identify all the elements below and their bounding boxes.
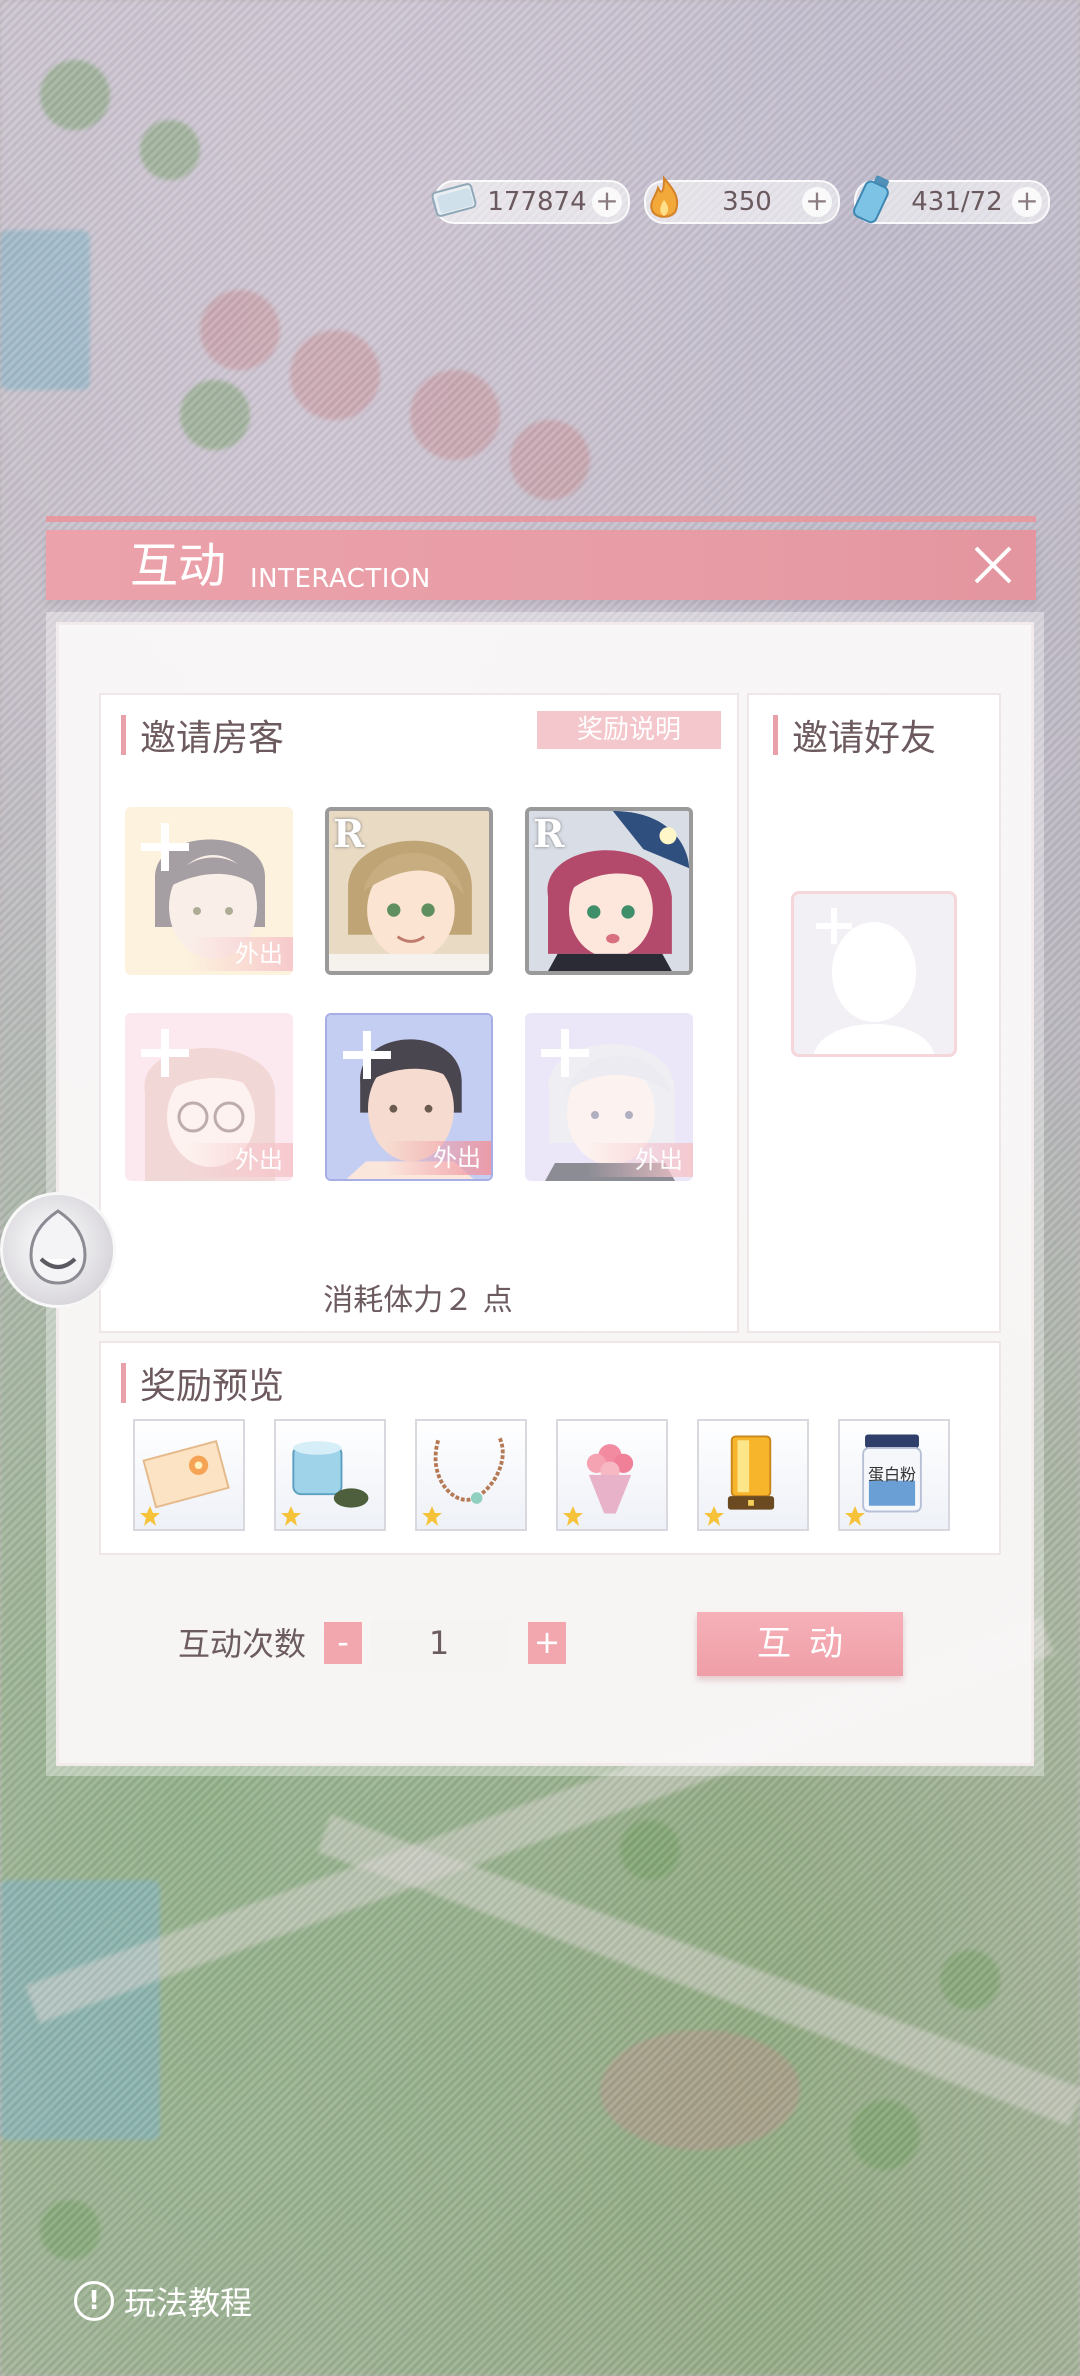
invite-guests-panel: 邀请房客 奖励说明 外出 R R 外出 外出 外出 消耗体力２ 点 — [99, 693, 739, 1333]
dialog-body: 邀请房客 奖励说明 外出 R R 外出 外出 外出 消耗体力２ 点 邀请好友 奖… — [56, 622, 1034, 1766]
reward-item-bouquet[interactable] — [556, 1419, 668, 1531]
guest-slot-1[interactable]: 外出 — [125, 807, 293, 975]
tutorial-link[interactable]: ! 玩法教程 — [74, 2278, 252, 2324]
invite-friends-title: 邀请好友 — [773, 709, 936, 761]
reward-item-cloth[interactable] — [274, 1419, 386, 1531]
star-icon — [422, 1506, 442, 1526]
star-icon — [563, 1506, 583, 1526]
floating-mascot-button[interactable] — [0, 1192, 116, 1308]
friend-silhouette-icon — [814, 908, 934, 1054]
stamina-counter: 431/72 + — [852, 175, 1050, 224]
flame-icon — [650, 175, 679, 218]
banknote-icon — [431, 183, 477, 217]
out-status-tag: 外出 — [587, 1143, 693, 1177]
guest-slot-6[interactable]: 外出 — [525, 1013, 693, 1181]
rank-badge: R — [533, 811, 565, 856]
currency-bar: 177874 + 350 + 431/72 + — [431, 175, 1050, 224]
out-status-tag: 外出 — [187, 937, 293, 971]
interact-button[interactable]: 互动 — [697, 1612, 903, 1676]
flames-value: 350 — [722, 187, 772, 217]
tutorial-label: 玩法教程 — [124, 2284, 253, 2322]
interaction-dialog: 互动 INTERACTION 邀请房客 奖励说明 外出 R R 外出 外出 外出… — [36, 512, 1036, 1782]
add-guest-icon — [141, 1029, 189, 1077]
guest-slot-5[interactable]: 外出 — [325, 1013, 493, 1181]
info-icon: ! — [74, 2281, 114, 2321]
star-icon — [140, 1506, 160, 1526]
close-icon[interactable] — [966, 538, 1020, 592]
reward-preview-title: 奖励预览 — [121, 1357, 284, 1409]
increase-count-button[interactable]: + — [528, 1622, 566, 1664]
coins-counter: 177874 + — [431, 180, 630, 224]
invite-friends-panel: 邀请好友 — [747, 693, 1001, 1333]
flames-counter: 350 + — [644, 175, 840, 224]
rank-badge: R — [333, 811, 365, 856]
star-icon — [704, 1506, 724, 1526]
reward-item-protein-powder[interactable]: 蛋白粉 — [838, 1419, 950, 1531]
star-icon — [845, 1506, 865, 1526]
dialog-header: 互动 INTERACTION — [46, 530, 1036, 600]
invite-guests-title: 邀请房客 — [121, 709, 284, 761]
interaction-count-label: 互动次数 — [178, 1625, 307, 1663]
dialog-top-line — [46, 516, 1036, 522]
guest-slot-3[interactable]: R — [525, 807, 693, 975]
guest-slot-4[interactable]: 外出 — [125, 1013, 293, 1181]
count-value: 1 — [370, 1620, 508, 1666]
add-guest-icon — [343, 1031, 391, 1079]
reward-item-lamp[interactable] — [697, 1419, 809, 1531]
out-status-tag: 外出 — [385, 1141, 491, 1175]
friend-slot[interactable] — [791, 891, 957, 1057]
water-bottle-icon — [852, 175, 889, 224]
dialog-title: 互动 — [130, 538, 227, 594]
reward-info-button[interactable]: 奖励说明 — [537, 711, 721, 749]
guest-slot-2[interactable]: R — [325, 807, 493, 975]
add-stamina-button[interactable]: + — [1012, 187, 1042, 217]
stamina-cost-text: 消耗体力２ 点 — [323, 1283, 513, 1318]
ghost-mascot-icon — [29, 1209, 87, 1285]
reward-item-necklace[interactable] — [415, 1419, 527, 1531]
reward-preview-panel: 奖励预览 蛋白粉 — [99, 1341, 1001, 1555]
stamina-value: 431/72 — [911, 187, 1003, 217]
dialog-subtitle: INTERACTION — [250, 564, 431, 594]
out-status-tag: 外出 — [187, 1143, 293, 1177]
reward-item-postcard[interactable] — [133, 1419, 245, 1531]
add-guest-icon — [141, 823, 189, 871]
decrease-count-button[interactable]: - — [324, 1622, 362, 1664]
protein-powder-label: 蛋白粉 — [868, 1465, 917, 1484]
add-flames-button[interactable]: + — [802, 187, 832, 217]
star-icon — [281, 1506, 301, 1526]
coins-value: 177874 — [487, 187, 587, 217]
add-guest-icon — [541, 1029, 589, 1077]
add-coins-button[interactable]: + — [592, 187, 622, 217]
